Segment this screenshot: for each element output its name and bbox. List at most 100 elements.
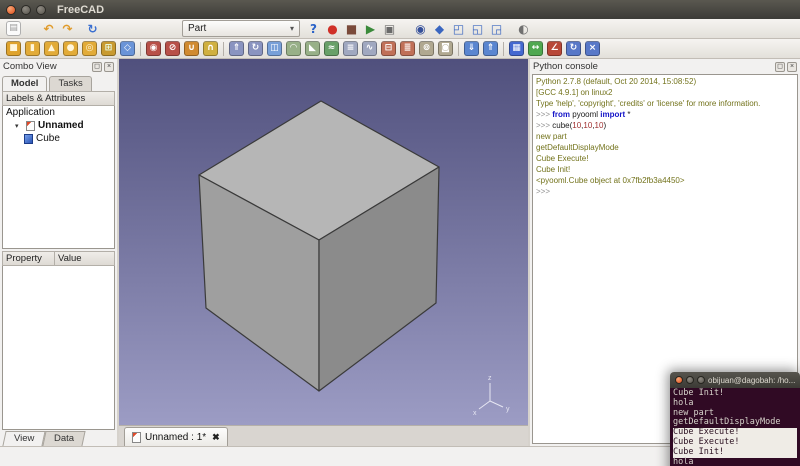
cube-3d-object[interactable] — [119, 59, 528, 425]
icon-glyph: ◐ — [516, 21, 531, 36]
terminal-title-bar[interactable]: obijuan@dagobah: /ho... — [670, 372, 800, 388]
part-torus-icon[interactable]: ◎ — [80, 39, 99, 58]
python-console-header: Python console ◻ × — [530, 59, 800, 74]
part-thickness-icon[interactable]: ◙ — [436, 39, 455, 58]
box-selection-icon[interactable]: ▦ — [507, 39, 526, 58]
combo-view-tabs: Model Tasks — [0, 74, 117, 91]
macro-edit-icon[interactable]: ▣ — [380, 19, 399, 38]
icon-glyph: ● — [325, 21, 340, 36]
close-panel-icon[interactable]: × — [104, 62, 114, 72]
part-cone-icon[interactable]: ▲ — [42, 39, 61, 58]
part-primitives-icon[interactable]: ⊞ — [99, 39, 118, 58]
part-mirror-icon[interactable]: ◫ — [265, 39, 284, 58]
icon-glyph: ■ — [344, 21, 359, 36]
viewport-column: z y x Unnamed : 1* ✖ — [119, 59, 528, 446]
terminal-close-icon[interactable] — [675, 376, 683, 384]
cube-icon — [24, 134, 33, 144]
part-sphere-icon[interactable]: ● — [61, 39, 80, 58]
appearance-icon[interactable]: ◐ — [514, 19, 533, 38]
tree-item-cube[interactable]: Cube — [3, 132, 114, 145]
front-view-icon[interactable]: ◰ — [449, 19, 468, 38]
3d-viewport[interactable]: z y x — [119, 59, 528, 425]
model-tree[interactable]: Application▾UnnamedCube — [2, 106, 115, 249]
measure-refresh-icon[interactable]: ↻ — [564, 39, 583, 58]
console-line: >>> cube(10,10,10) — [536, 120, 794, 131]
undo-icon[interactable]: ↶ — [39, 19, 58, 38]
tab-tasks[interactable]: Tasks — [49, 76, 91, 91]
tab-data[interactable]: Data — [43, 431, 86, 446]
part-import-icon[interactable]: ⇓ — [462, 39, 481, 58]
icon-glyph: ↻ — [85, 21, 100, 36]
part-extrude-icon[interactable]: ⇑ — [227, 39, 246, 58]
window-maximize-icon[interactable] — [36, 5, 46, 15]
part-cut-icon[interactable]: ⊘ — [163, 39, 182, 58]
property-table-body[interactable] — [2, 266, 115, 430]
float-panel-icon[interactable]: ◻ — [775, 62, 785, 72]
macro-record-icon[interactable]: ● — [323, 19, 342, 38]
macro-execute-icon[interactable]: ▶ — [361, 19, 380, 38]
axis-x-label: x — [473, 410, 477, 415]
part-box-icon[interactable]: ■ — [4, 39, 23, 58]
measure-clear-icon[interactable]: × — [583, 39, 602, 58]
console-line: Cube Init! — [536, 164, 794, 175]
terminal-maximize-icon[interactable] — [697, 376, 705, 384]
combo-view-panel: Combo View ◻ × Model Tasks Labels & Attr… — [0, 59, 119, 446]
tree-column-header: Labels & Attributes — [2, 91, 115, 106]
property-column-header[interactable]: Property — [2, 251, 54, 266]
toolbar-main: ▤ ↶↷ ↻ Part ▾ ?● ■▶▣ ◉◆◰◱◲ ◐ — [0, 19, 800, 39]
icon-glyph: ▮ — [25, 41, 40, 56]
expander-icon[interactable]: ▾ — [15, 122, 23, 130]
measure-angular-icon[interactable]: ∠ — [545, 39, 564, 58]
redo-icon[interactable]: ↷ — [58, 19, 77, 38]
window-close-icon[interactable] — [6, 5, 16, 15]
tab-view[interactable]: View — [2, 431, 46, 446]
tree-item-application[interactable]: Application — [3, 106, 114, 119]
zoom-fit-icon[interactable]: ◉ — [411, 19, 430, 38]
document-tab-bar: Unnamed : 1* ✖ — [119, 425, 528, 446]
terminal-window[interactable]: obijuan@dagobah: /ho... Cube Init!holane… — [670, 372, 800, 466]
close-panel-icon[interactable]: × — [787, 62, 797, 72]
combo-view-header: Combo View ◻ × — [0, 59, 117, 74]
macro-stop-icon[interactable]: ■ — [342, 19, 361, 38]
part-export-icon[interactable]: ⇑ — [481, 39, 500, 58]
value-column-header[interactable]: Value — [54, 251, 115, 266]
workbench-selector[interactable]: Part ▾ — [182, 20, 300, 37]
part-cylinder-icon[interactable]: ▮ — [23, 39, 42, 58]
close-tab-icon[interactable]: ✖ — [212, 432, 220, 443]
axonometric-view-icon[interactable]: ◆ — [430, 19, 449, 38]
toolbar-spacer — [102, 28, 182, 29]
icon-glyph: ◇ — [120, 41, 135, 56]
freecad-document-icon — [132, 432, 141, 443]
part-shape-builder-icon[interactable]: ◇ — [118, 39, 137, 58]
refresh-icon[interactable]: ↻ — [83, 19, 102, 38]
tab-model[interactable]: Model — [2, 76, 47, 91]
part-union-icon[interactable]: ∪ — [182, 39, 201, 58]
new-document-icon[interactable]: ▤ — [4, 19, 23, 38]
top-view-icon[interactable]: ◱ — [468, 19, 487, 38]
measure-linear-icon[interactable]: ↔ — [526, 39, 545, 58]
part-section-icon[interactable]: ⊟ — [379, 39, 398, 58]
window-minimize-icon[interactable] — [21, 5, 31, 15]
part-cross-sections-icon[interactable]: ≣ — [398, 39, 417, 58]
document-tab[interactable]: Unnamed : 1* ✖ — [124, 427, 228, 446]
float-panel-icon[interactable]: ◻ — [92, 62, 102, 72]
terminal-output[interactable]: Cube Init!holanew partgetDefaultDisplayM… — [670, 388, 800, 466]
part-fillet-icon[interactable]: ◠ — [284, 39, 303, 58]
icon-glyph: ∪ — [184, 41, 199, 56]
whats-this-icon[interactable]: ? — [304, 19, 323, 38]
part-intersection-icon[interactable]: ∩ — [201, 39, 220, 58]
right-view-icon[interactable]: ◲ — [487, 19, 506, 38]
part-ruled-surface-icon[interactable]: ≈ — [322, 39, 341, 58]
part-chamfer-icon[interactable]: ◣ — [303, 39, 322, 58]
toolbar-separator — [140, 42, 141, 56]
icon-glyph: ⊚ — [419, 41, 434, 56]
part-sweep-icon[interactable]: ∿ — [360, 39, 379, 58]
part-offset-icon[interactable]: ⊚ — [417, 39, 436, 58]
tree-item-unnamed[interactable]: ▾Unnamed — [3, 119, 114, 132]
console-line: [GCC 4.9.1] on linux2 — [536, 87, 794, 98]
part-boolean-icon[interactable]: ◉ — [144, 39, 163, 58]
part-revolve-icon[interactable]: ↻ — [246, 39, 265, 58]
document-icon — [26, 121, 35, 131]
part-loft-icon[interactable]: ≡ — [341, 39, 360, 58]
terminal-minimize-icon[interactable] — [686, 376, 694, 384]
